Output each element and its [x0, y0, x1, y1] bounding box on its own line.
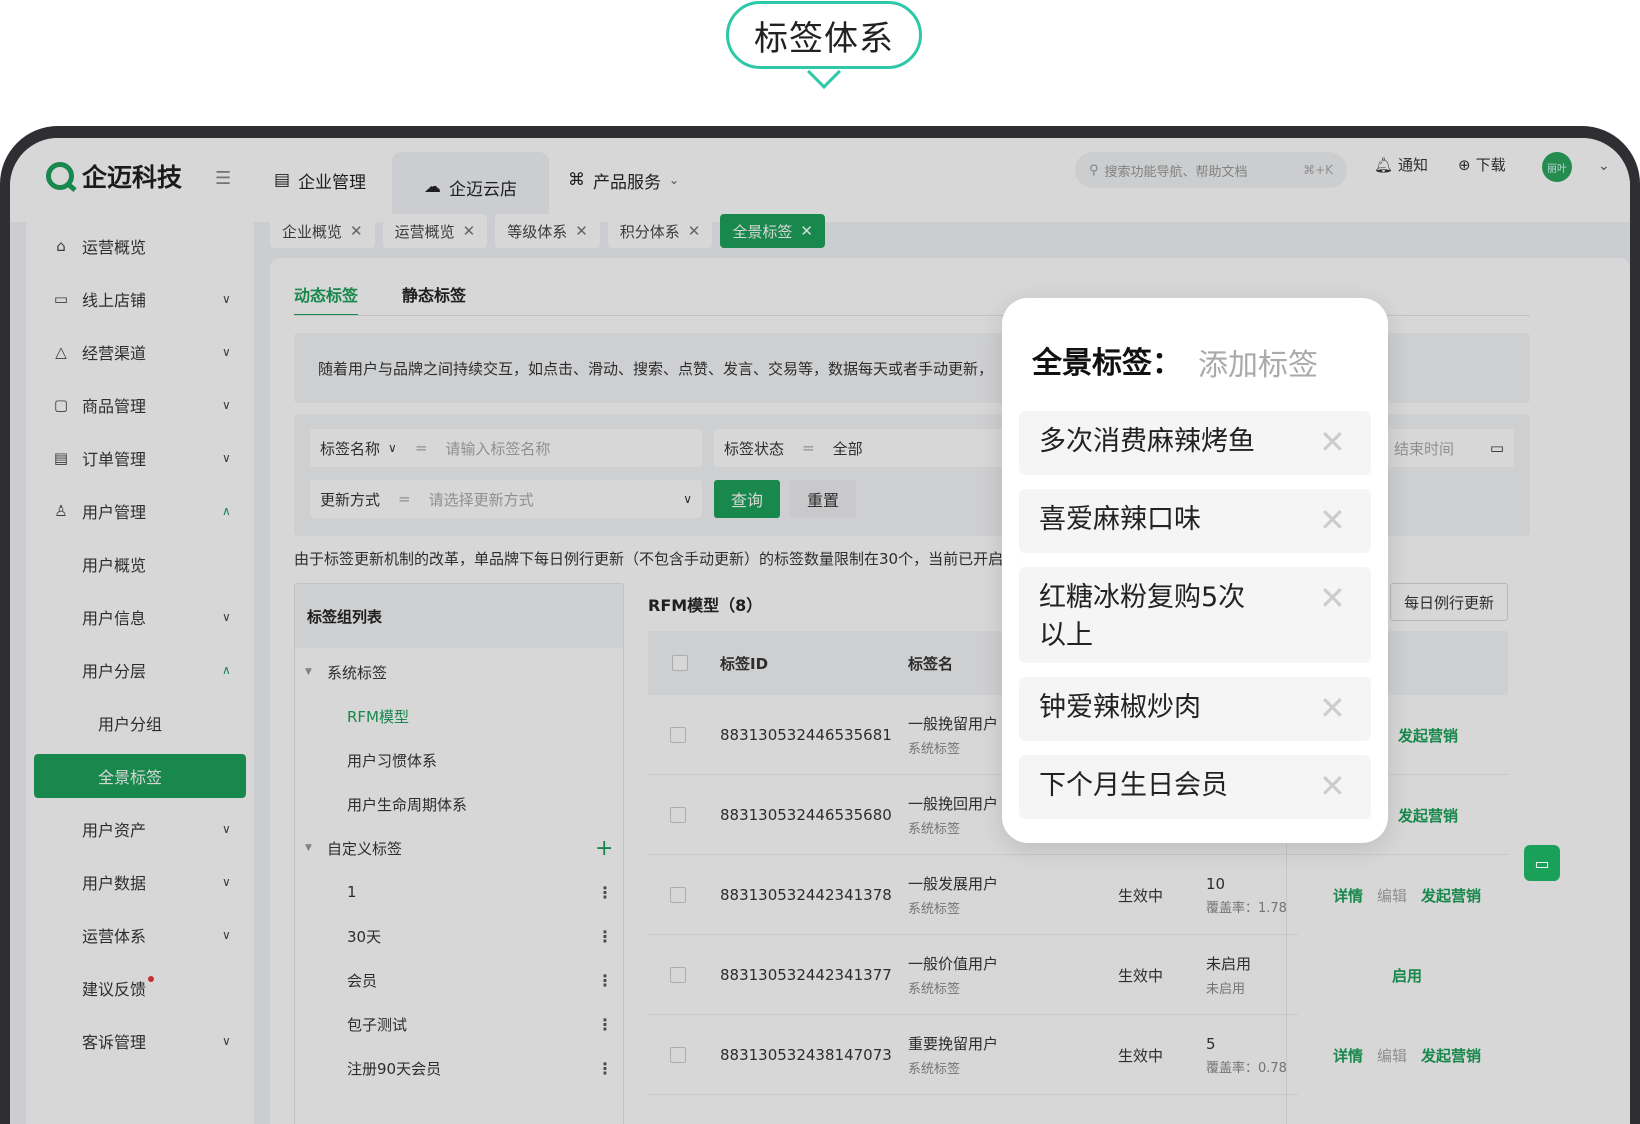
tag-chip: 红糖冰粉复购5次以上 ✕: [1019, 567, 1371, 663]
close-icon[interactable]: ✕: [1319, 423, 1346, 461]
section-title-bubble: 标签体系: [726, 1, 922, 69]
tag-chip-label: 下个月生日会员: [1039, 770, 1228, 801]
close-icon[interactable]: ✕: [1319, 501, 1346, 539]
panorama-tags-popup: 全景标签： 添加标签 多次消费麻辣烤鱼 ✕ 喜爱麻辣口味 ✕ 红糖冰粉复购5次以上 ✕…: [1002, 298, 1388, 843]
tag-chip-label: 多次消费麻辣烤鱼: [1039, 426, 1255, 457]
tag-chip-label: 红糖冰粉复购5次以上: [1039, 582, 1246, 651]
close-icon[interactable]: ✕: [1319, 689, 1346, 727]
tag-chip-label: 喜爱麻辣口味: [1039, 504, 1201, 535]
close-icon[interactable]: ✕: [1319, 767, 1346, 805]
tag-chip: 下个月生日会员 ✕: [1019, 755, 1371, 819]
popup-title: 全景标签：: [1032, 346, 1182, 381]
close-icon[interactable]: ✕: [1319, 579, 1346, 617]
add-tag-button[interactable]: 添加标签: [1198, 340, 1318, 384]
tag-chip: 喜爱麻辣口味 ✕: [1019, 489, 1371, 553]
tag-chip: 钟爱辣椒炒肉 ✕: [1019, 677, 1371, 741]
section-title: 标签体系: [754, 18, 894, 59]
tag-chip-label: 钟爱辣椒炒肉: [1039, 692, 1201, 723]
chat-icon[interactable]: ▭: [1524, 845, 1560, 881]
tag-chip: 多次消费麻辣烤鱼 ✕: [1019, 411, 1371, 475]
